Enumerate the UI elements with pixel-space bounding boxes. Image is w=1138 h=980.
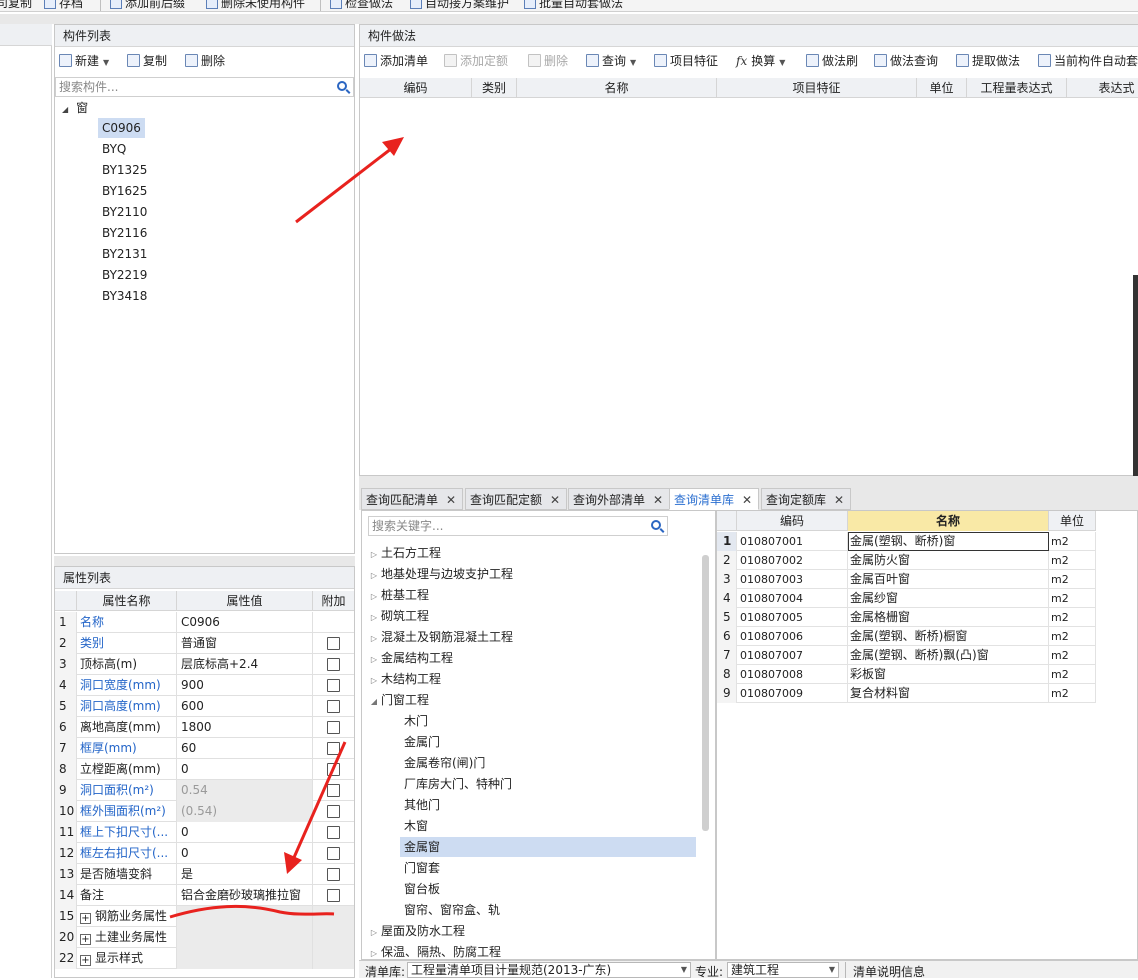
annotation-arrowhead-down <box>284 852 302 874</box>
annotation-overlay <box>169 137 404 919</box>
annotation-underline <box>169 904 335 919</box>
annotation-arrow-down <box>290 741 347 863</box>
annotation-arrow-up <box>295 143 397 224</box>
